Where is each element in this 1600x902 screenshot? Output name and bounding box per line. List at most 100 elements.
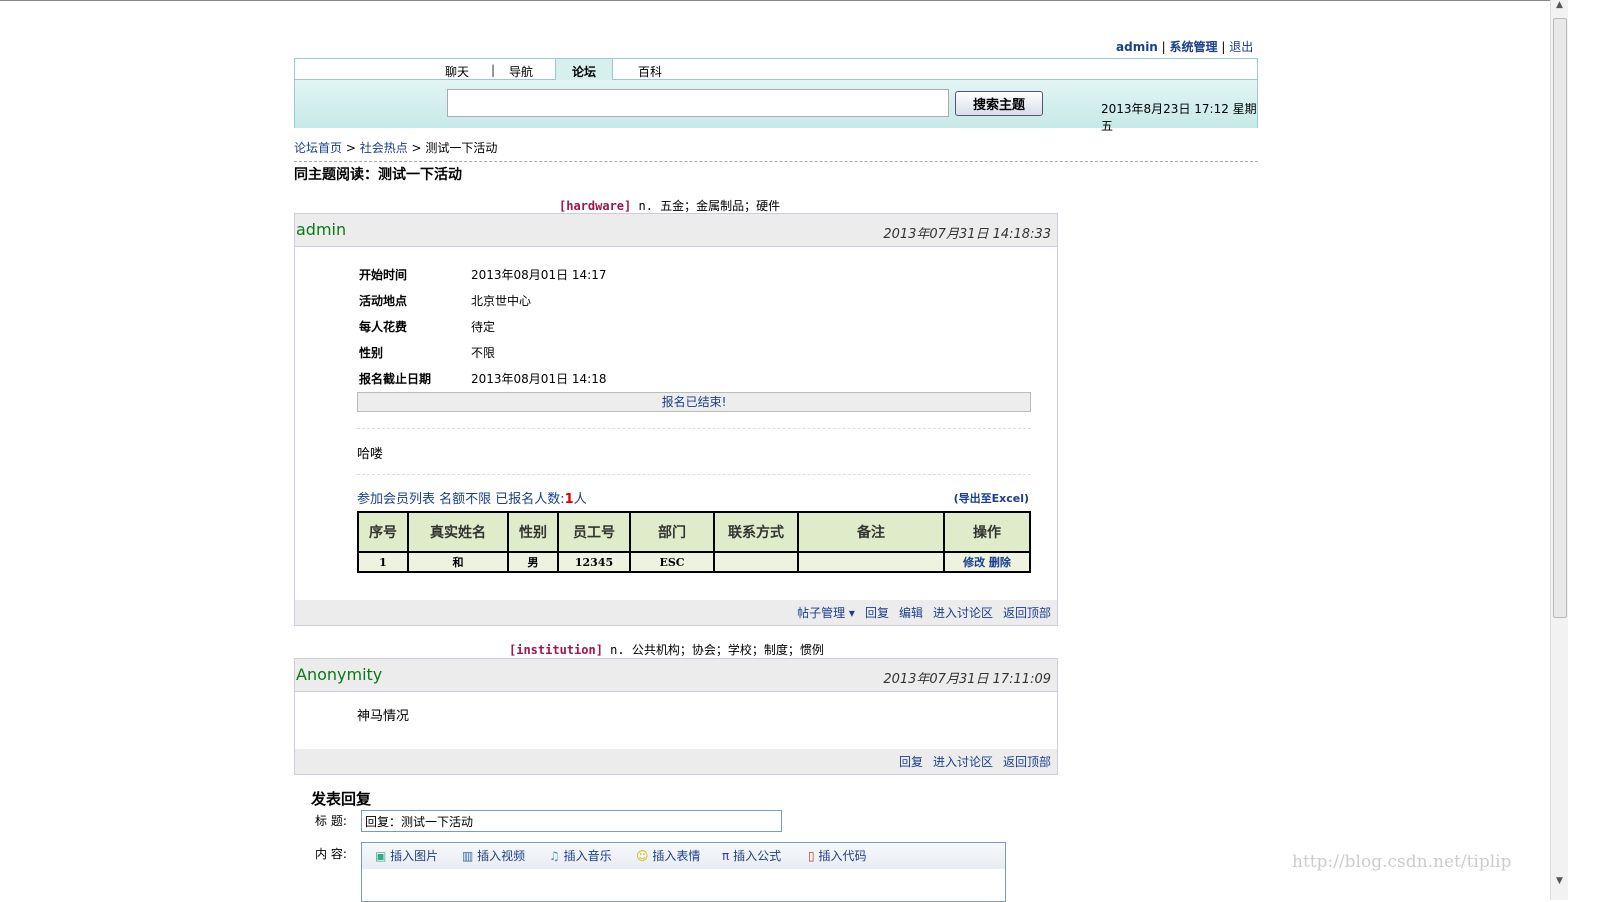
tab-forum[interactable]: 论坛 — [555, 58, 614, 80]
reply-link[interactable]: 回复 — [899, 755, 923, 769]
image-icon: ▣ — [375, 849, 387, 863]
members-label: 参加会员列表 名额不限 已报名人数: — [357, 492, 565, 507]
tab-nav[interactable]: 导航 — [509, 63, 533, 80]
post-time: 2013年07月31日 17:11:09 — [883, 672, 1051, 687]
post-admin: admin 2013年07月31日 14:18:33 开始时间 2013年08月0… — [294, 213, 1058, 626]
reply-link[interactable]: 回复 — [865, 606, 889, 620]
breadcrumb-forum-home[interactable]: 论坛首页 — [294, 141, 342, 155]
reply-heading: 发表回复 — [311, 790, 372, 808]
breadcrumb-category[interactable]: 社会热点 — [360, 141, 408, 155]
field-label: 活动地点 — [359, 294, 408, 308]
table-row: 1 和 男 12345 ESC 修改 删除 — [357, 551, 1031, 573]
insert-video-button[interactable]: ▥ 插入视频 — [462, 847, 525, 864]
post-header: admin 2013年07月31日 14:18:33 — [295, 214, 1057, 247]
window-top-border — [0, 0, 1550, 1]
breadcrumb: 论坛首页 > 社会热点 > 测试一下活动 — [294, 139, 1258, 162]
search-button[interactable]: 搜索主题 — [955, 91, 1043, 116]
post-time: 2013年07月31日 14:18:33 — [883, 227, 1051, 242]
col-header: 真实姓名 — [407, 511, 509, 553]
music-icon: ♫ — [549, 849, 560, 863]
col-header: 操作 — [943, 511, 1031, 553]
insert-emoji-button[interactable]: ☺ 插入表情 — [636, 847, 700, 864]
cell: 和 — [407, 551, 509, 573]
tool-label: 插入代码 — [818, 849, 867, 863]
field-label: 开始时间 — [359, 268, 408, 282]
dict-word: [institution] — [509, 643, 603, 657]
field-value: 2013年08月01日 14:17 — [471, 268, 607, 282]
divider — [357, 428, 1031, 429]
reply-title-input[interactable] — [361, 810, 782, 832]
content-label: 内 容: — [315, 847, 347, 861]
col-header: 部门 — [629, 511, 715, 553]
pi-icon: π — [722, 849, 730, 863]
scrollbar-thumb[interactable] — [1553, 18, 1567, 618]
members-title: 参加会员列表 名额不限 已报名人数:1人 — [357, 488, 587, 507]
title-label: 标 题: — [315, 814, 347, 828]
cell: 男 — [507, 551, 559, 573]
tool-label: 插入公式 — [733, 849, 782, 863]
dict-definition: n. 公共机构；协会；学校；制度；惯例 — [610, 643, 824, 657]
post-author[interactable]: admin — [296, 220, 346, 239]
post-footer: 回复 进入讨论区 返回顶部 — [295, 749, 1057, 774]
dict-definition: n. 五金；金属制品；硬件 — [638, 199, 781, 213]
admin-link[interactable]: 系统管理 — [1170, 40, 1218, 54]
col-header: 性别 — [507, 511, 559, 553]
search-input[interactable] — [447, 89, 949, 117]
col-header: 联系方式 — [713, 511, 799, 553]
tab-chat[interactable]: 聊天 — [445, 63, 469, 80]
username-link[interactable]: admin — [1116, 40, 1158, 54]
col-header: 序号 — [357, 511, 409, 553]
cell: 1 — [357, 551, 409, 573]
user-bar: admin | 系统管理 | 退出 — [1116, 40, 1254, 54]
post-author[interactable]: Anonymity — [296, 665, 382, 684]
dict-word: [hardware] — [559, 199, 632, 213]
enter-discussion-link[interactable]: 进入讨论区 — [933, 755, 993, 769]
members-table: 序号 真实姓名 性别 员工号 部门 联系方式 备注 操作 1 和 男 12345… — [357, 511, 1031, 573]
current-datetime: 2013年8月23日 17:12 星期五 — [1101, 102, 1257, 133]
edit-member-link[interactable]: 修改 — [963, 556, 985, 569]
tool-label: 插入视频 — [477, 849, 526, 863]
post-header: Anonymity 2013年07月31日 17:11:09 — [295, 659, 1057, 692]
divider — [357, 474, 1031, 475]
dictionary-tip: [institution] n. 公共机构；协会；学校；制度；惯例 — [509, 641, 824, 658]
logout-link[interactable]: 退出 — [1229, 40, 1253, 54]
scroll-up-icon[interactable]: ▲ — [1551, 0, 1568, 10]
cell — [713, 551, 799, 573]
post-body: 神马情况 — [357, 709, 410, 724]
scroll-down-icon[interactable]: ▼ — [1551, 876, 1568, 886]
insert-music-button[interactable]: ♫ 插入音乐 — [549, 847, 612, 864]
members-unit: 人 — [573, 492, 587, 507]
insert-image-button[interactable]: ▣ 插入图片 — [375, 847, 438, 864]
insert-code-button[interactable]: ▯ 插入代码 — [808, 847, 866, 864]
top-nav: 聊天 | 导航 论坛 百科 搜索主题 2013年8月23日 17:12 星期五 — [294, 58, 1258, 133]
back-to-top-link[interactable]: 返回顶部 — [1003, 606, 1051, 620]
field-label: 性别 — [359, 346, 384, 360]
activity-info: 开始时间 2013年08月01日 14:17 活动地点 北京世中心 每人花费 待定 性… — [359, 266, 606, 396]
watermark: http://blog.csdn.net/tiplip — [1292, 852, 1512, 872]
code-file-icon: ▯ — [808, 849, 815, 863]
vertical-scrollbar[interactable]: ▲ ▼ — [1550, 0, 1568, 900]
post-anonymity: Anonymity 2013年07月31日 17:11:09 神马情况 回复 进入… — [294, 658, 1058, 775]
cell: ESC — [629, 551, 715, 573]
field-label: 每人花费 — [359, 320, 408, 334]
post-manage-menu[interactable]: 帖子管理 ▾ — [797, 606, 855, 620]
post-footer: 帖子管理 ▾ 回复 编辑 进入讨论区 返回顶部 — [295, 600, 1057, 625]
tab-wiki[interactable]: 百科 — [638, 63, 662, 80]
breadcrumb-current: 测试一下活动 — [425, 141, 498, 155]
cell: 12345 — [557, 551, 631, 573]
back-to-top-link[interactable]: 返回顶部 — [1003, 755, 1051, 769]
insert-formula-button[interactable]: π 插入公式 — [722, 847, 781, 864]
video-icon: ▥ — [462, 849, 474, 863]
cell-actions: 修改 删除 — [943, 551, 1031, 573]
edit-link[interactable]: 编辑 — [899, 606, 923, 620]
smiley-icon: ☺ — [636, 849, 649, 863]
enter-discussion-link[interactable]: 进入讨论区 — [933, 606, 993, 620]
members-count: 1 — [564, 492, 574, 507]
field-value: 待定 — [471, 320, 496, 334]
export-excel-link[interactable]: (导出至Excel) — [954, 490, 1029, 506]
dictionary-tip: [hardware] n. 五金；金属制品；硬件 — [559, 197, 780, 214]
tab-divider: | — [491, 63, 496, 77]
page-title: 同主题阅读：测试一下活动 — [294, 167, 462, 183]
field-value: 北京世中心 — [471, 294, 532, 308]
delete-member-link[interactable]: 删除 — [989, 556, 1011, 569]
